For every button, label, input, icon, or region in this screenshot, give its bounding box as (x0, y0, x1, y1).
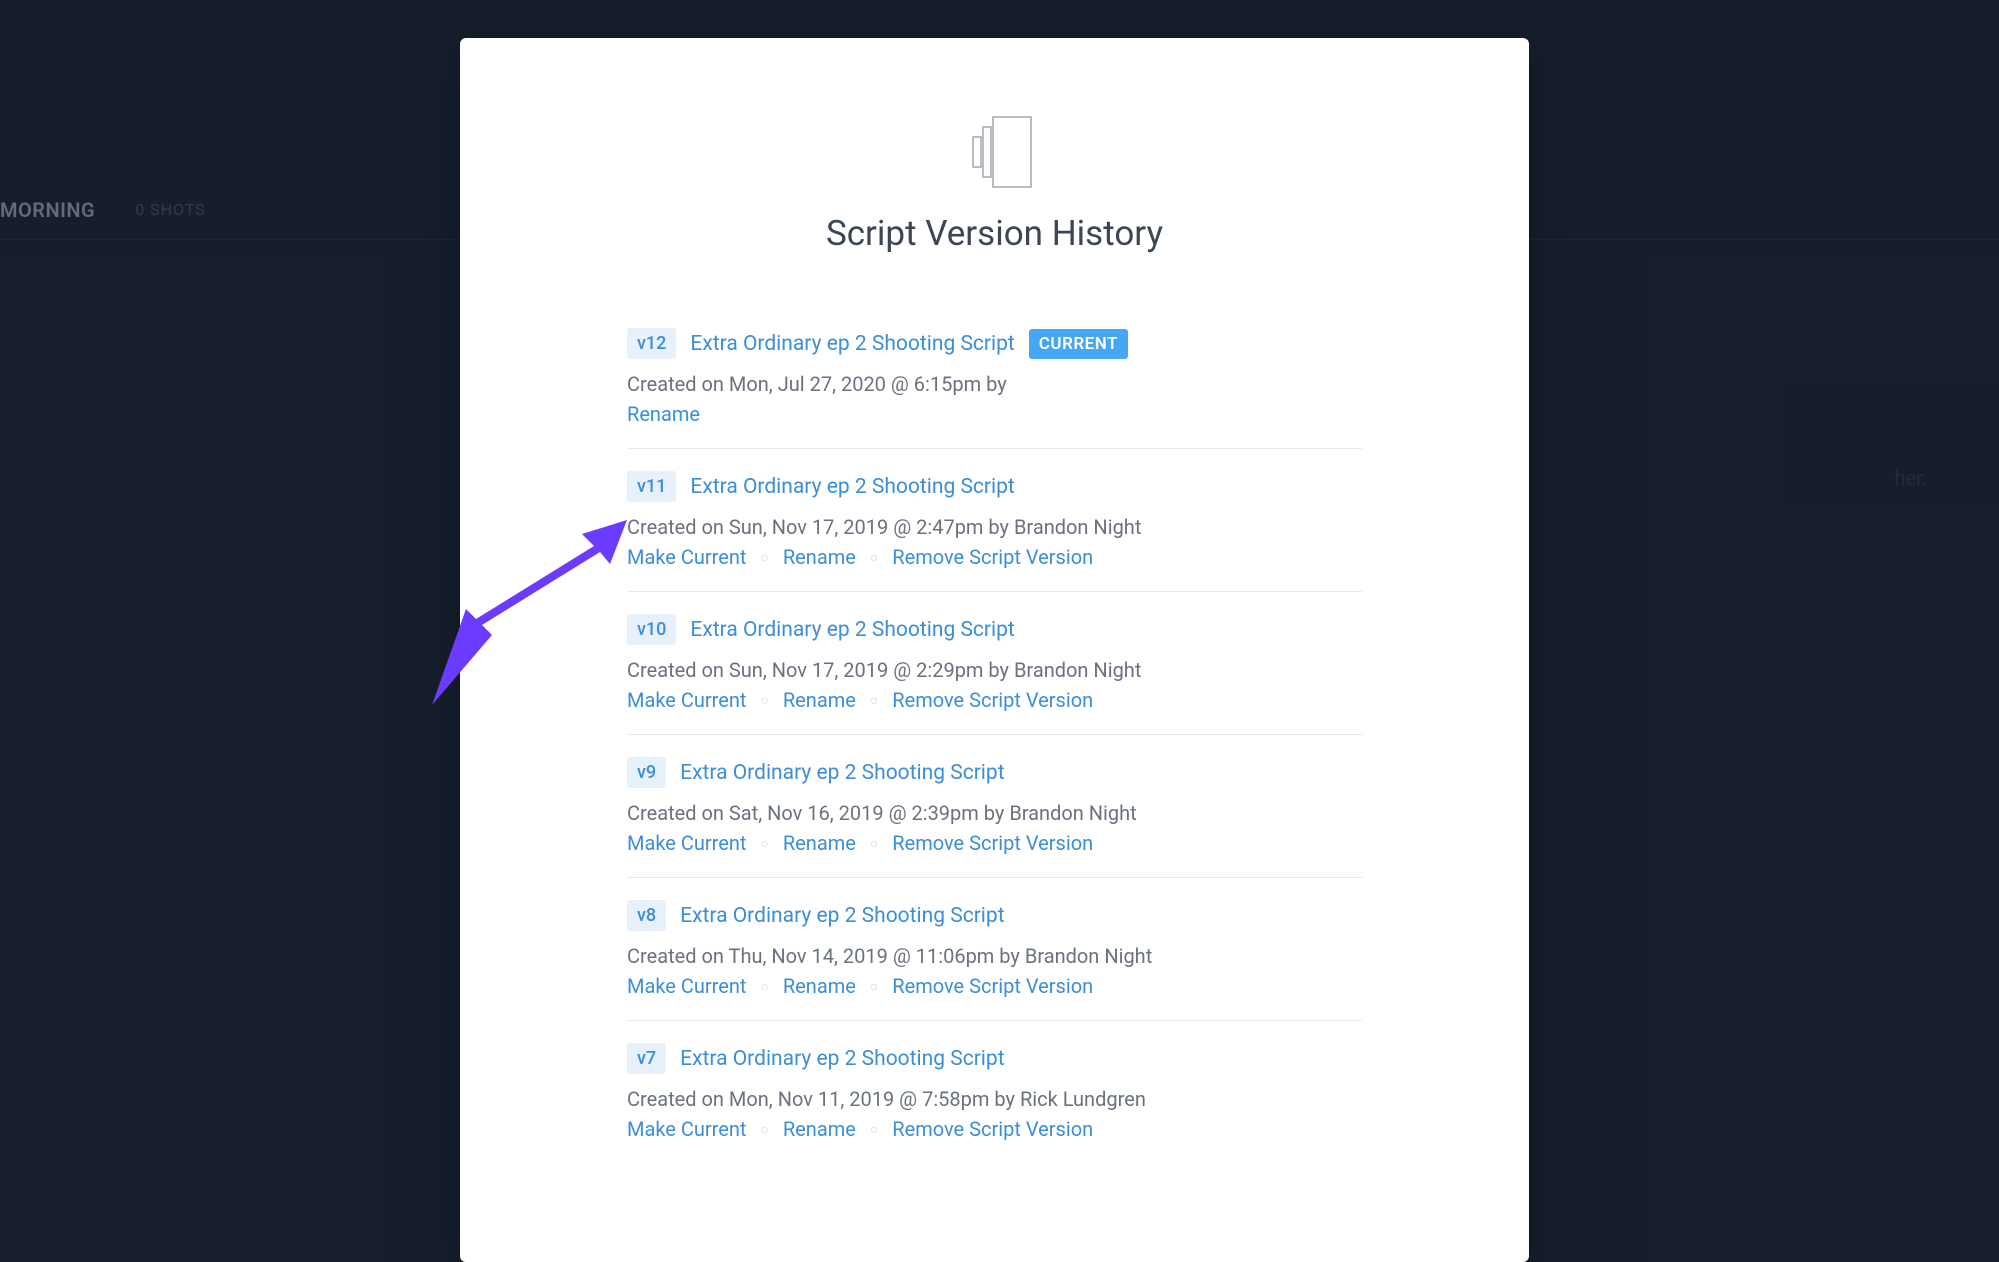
version-meta: Created on Mon, Jul 27, 2020 @ 6:15pm by (627, 372, 1362, 396)
version-entry: v9 Extra Ordinary ep 2 Shooting Script C… (627, 735, 1362, 878)
version-list: v12 Extra Ordinary ep 2 Shooting Script … (575, 306, 1414, 1163)
make-current-link[interactable]: Make Current (627, 688, 746, 712)
make-current-link[interactable]: Make Current (627, 545, 746, 569)
separator: ○ (760, 550, 768, 566)
version-tag: v10 (627, 614, 676, 645)
modal-title: Script Version History (575, 213, 1414, 254)
stacked-pages-icon (575, 113, 1414, 191)
rename-link[interactable]: Rename (783, 688, 856, 712)
version-actions: Make Current ○ Rename ○ Remove Script Ve… (627, 831, 1362, 855)
separator: ○ (870, 550, 878, 566)
version-tag: v12 (627, 328, 676, 359)
version-title-link[interactable]: Extra Ordinary ep 2 Shooting Script (690, 332, 1014, 356)
version-actions: Make Current ○ Rename ○ Remove Script Ve… (627, 974, 1362, 998)
remove-version-link[interactable]: Remove Script Version (892, 545, 1093, 569)
rename-link[interactable]: Rename (783, 831, 856, 855)
separator: ○ (870, 979, 878, 995)
version-meta: Created on Mon, Nov 11, 2019 @ 7:58pm by… (627, 1087, 1362, 1111)
version-entry: v7 Extra Ordinary ep 2 Shooting Script C… (627, 1021, 1362, 1163)
version-entry: v12 Extra Ordinary ep 2 Shooting Script … (627, 306, 1362, 449)
version-tag: v9 (627, 757, 666, 788)
version-title-link[interactable]: Extra Ordinary ep 2 Shooting Script (690, 475, 1014, 499)
make-current-link[interactable]: Make Current (627, 831, 746, 855)
version-actions: Make Current ○ Rename ○ Remove Script Ve… (627, 1117, 1362, 1141)
version-entry: v11 Extra Ordinary ep 2 Shooting Script … (627, 449, 1362, 592)
version-title-link[interactable]: Extra Ordinary ep 2 Shooting Script (680, 1047, 1004, 1071)
version-meta: Created on Sat, Nov 16, 2019 @ 2:39pm by… (627, 801, 1362, 825)
version-title-link[interactable]: Extra Ordinary ep 2 Shooting Script (680, 761, 1004, 785)
separator: ○ (760, 979, 768, 995)
version-actions: Make Current ○ Rename ○ Remove Script Ve… (627, 545, 1362, 569)
remove-version-link[interactable]: Remove Script Version (892, 1117, 1093, 1141)
make-current-link[interactable]: Make Current (627, 1117, 746, 1141)
separator: ○ (760, 693, 768, 709)
remove-version-link[interactable]: Remove Script Version (892, 688, 1093, 712)
separator: ○ (870, 836, 878, 852)
rename-link[interactable]: Rename (783, 1117, 856, 1141)
separator: ○ (760, 836, 768, 852)
version-entry: v10 Extra Ordinary ep 2 Shooting Script … (627, 592, 1362, 735)
version-meta: Created on Thu, Nov 14, 2019 @ 11:06pm b… (627, 944, 1362, 968)
separator: ○ (760, 1122, 768, 1138)
make-current-link[interactable]: Make Current (627, 974, 746, 998)
separator: ○ (870, 693, 878, 709)
version-actions: Rename (627, 402, 1362, 426)
version-title-link[interactable]: Extra Ordinary ep 2 Shooting Script (680, 904, 1004, 928)
version-tag: v7 (627, 1043, 666, 1074)
version-meta: Created on Sun, Nov 17, 2019 @ 2:47pm by… (627, 515, 1362, 539)
current-badge: CURRENT (1029, 329, 1128, 359)
separator: ○ (870, 1122, 878, 1138)
version-tag: v8 (627, 900, 666, 931)
version-tag: v11 (627, 471, 676, 502)
remove-version-link[interactable]: Remove Script Version (892, 831, 1093, 855)
version-actions: Make Current ○ Rename ○ Remove Script Ve… (627, 688, 1362, 712)
version-title-link[interactable]: Extra Ordinary ep 2 Shooting Script (690, 618, 1014, 642)
version-entry: v8 Extra Ordinary ep 2 Shooting Script C… (627, 878, 1362, 1021)
remove-version-link[interactable]: Remove Script Version (892, 974, 1093, 998)
script-version-history-modal: Script Version History v12 Extra Ordinar… (460, 38, 1529, 1262)
rename-link[interactable]: Rename (627, 402, 700, 426)
rename-link[interactable]: Rename (783, 545, 856, 569)
version-meta: Created on Sun, Nov 17, 2019 @ 2:29pm by… (627, 658, 1362, 682)
rename-link[interactable]: Rename (783, 974, 856, 998)
